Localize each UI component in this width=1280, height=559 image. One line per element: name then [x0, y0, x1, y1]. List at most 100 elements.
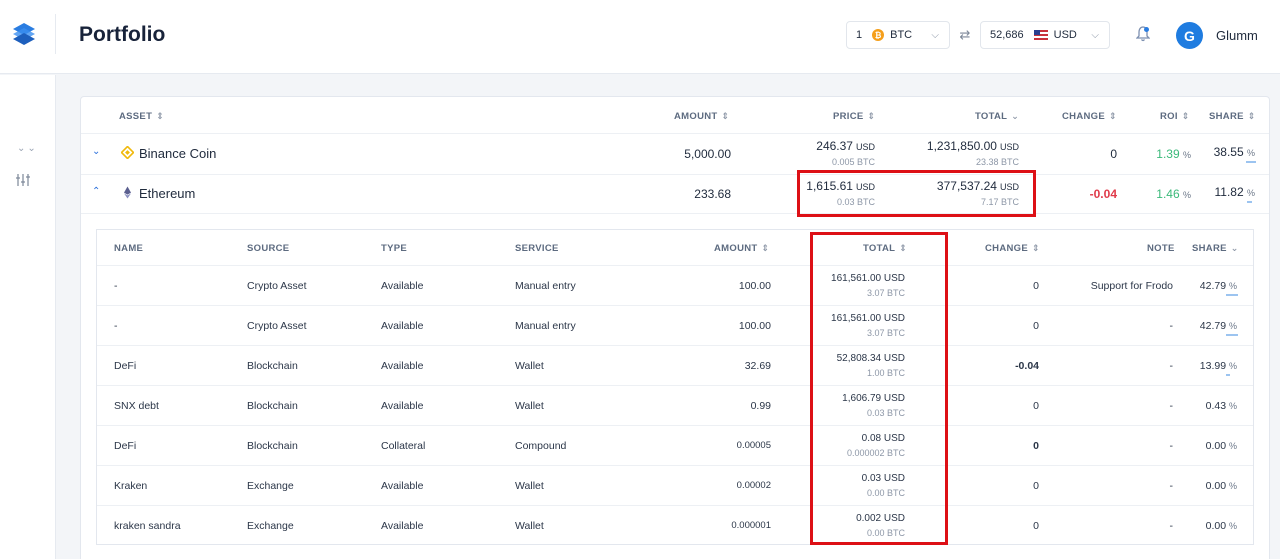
column-header-change[interactable]: CHANGE ⇕ [985, 243, 1040, 254]
more-icon[interactable]: ⌄⌄ [17, 143, 38, 154]
row-source: Blockchain [247, 400, 298, 412]
column-header-name[interactable]: NAME [114, 243, 143, 254]
row-note: - [1169, 440, 1174, 452]
row-type: Collateral [381, 440, 426, 452]
sort-icon[interactable]: ⇕ [868, 111, 876, 121]
row-divider [81, 213, 1269, 214]
swap-icon[interactable]: ⇄ [950, 27, 980, 43]
row-amount: 100.00 [738, 280, 771, 292]
table-row[interactable]: - Crypto Asset Available Manual entry 100.00… [97, 305, 1253, 345]
row-service: Wallet [515, 520, 544, 532]
row-service: Wallet [515, 480, 544, 492]
column-header-note[interactable]: NOTE [1147, 243, 1175, 254]
row-amount: 0.000001 [731, 520, 771, 531]
asset-share: 11.82 % [1214, 185, 1256, 199]
us-flag-icon [1033, 30, 1048, 40]
row-share: 42.79 % [1199, 280, 1237, 292]
column-header-asset[interactable]: ASSET ⇕ [119, 111, 164, 122]
row-type: Available [381, 320, 424, 332]
asset-change: 0 [1110, 147, 1117, 161]
app-header: Portfolio 1 ₿ BTC ⌵ ⇄ 52,686 USD ⌵ G Glu… [0, 0, 1280, 74]
table-row[interactable]: - Crypto Asset Available Manual entry 100.00… [97, 265, 1253, 305]
column-header-type[interactable]: TYPE [381, 243, 407, 254]
asset-row-binance-coin[interactable]: ⌄ Binance Coin 5,000.00 246.37 USD 0.005 B… [81, 134, 1269, 174]
column-header-share[interactable]: SHARE ⌄ [1192, 243, 1239, 254]
row-note: - [1169, 360, 1174, 372]
row-change: 0 [1033, 480, 1039, 492]
row-note: - [1169, 400, 1174, 412]
from-amount[interactable]: 1 [856, 29, 862, 41]
sort-icon[interactable]: ⇕ [1109, 111, 1117, 121]
share-bar [1226, 374, 1230, 376]
column-header-total[interactable]: TOTAL ⌄ [975, 111, 1019, 122]
column-header-amount[interactable]: AMOUNT ⇕ [714, 243, 769, 254]
chevron-up-icon[interactable]: ⌃ [92, 186, 100, 197]
asset-row-ethereum[interactable]: ⌃ Ethereum 233.68 1,615.61 USD 0.03 BTC 37… [81, 174, 1269, 214]
row-service: Manual entry [515, 320, 576, 332]
row-source: Crypto Asset [247, 320, 307, 332]
from-currency-label: BTC [890, 29, 913, 41]
app-logo-icon[interactable] [10, 20, 38, 48]
row-type: Available [381, 400, 424, 412]
sort-icon[interactable]: ⇕ [156, 111, 164, 121]
row-share: 0.00 % [1205, 520, 1237, 532]
row-service: Wallet [515, 400, 544, 412]
sliders-icon[interactable] [16, 174, 30, 186]
asset-amount: 233.68 [694, 187, 731, 201]
avatar[interactable]: G [1176, 22, 1203, 49]
sort-icon[interactable]: ⇕ [762, 243, 770, 253]
table-row[interactable]: DeFi Blockchain Collateral Compound 0.00005 0… [97, 425, 1253, 465]
sort-desc-icon[interactable]: ⌄ [1011, 111, 1019, 121]
chevron-down-icon[interactable]: ⌵ [931, 30, 939, 41]
row-source: Exchange [247, 520, 294, 532]
sort-desc-icon[interactable]: ⌄ [1231, 243, 1239, 253]
column-header-amount[interactable]: AMOUNT ⇕ [674, 111, 729, 122]
table-row[interactable]: DeFi Blockchain Available Wallet 32.69 52,808… [97, 345, 1253, 385]
user-name[interactable]: Glumm [1216, 28, 1258, 43]
table-row[interactable]: Kraken Exchange Available Wallet 0.00002 0.03… [97, 465, 1253, 505]
row-type: Available [381, 480, 424, 492]
row-share: 0.00 % [1205, 440, 1237, 452]
column-header-roi[interactable]: ROI ⇕ [1160, 111, 1190, 122]
row-note: - [1169, 520, 1174, 532]
table-row[interactable]: SNX debt Blockchain Available Wallet 0.99 1,6… [97, 385, 1253, 425]
row-change: -0.04 [1015, 360, 1039, 372]
column-header-change[interactable]: CHANGE ⇕ [1062, 111, 1117, 122]
row-type: Available [381, 520, 424, 532]
column-header-service[interactable]: SERVICE [515, 243, 559, 254]
to-currency-select[interactable]: 52,686 USD ⌵ [980, 21, 1110, 49]
row-share: 0.43 % [1205, 400, 1237, 412]
asset-share: 38.55 % [1213, 145, 1255, 159]
header-divider [55, 14, 56, 54]
table-row[interactable]: kraken sandra Exchange Available Wallet 0.00… [97, 505, 1253, 545]
sort-icon[interactable]: ⇕ [1032, 243, 1040, 253]
row-name: - [114, 320, 118, 332]
column-header-share[interactable]: SHARE ⇕ [1209, 111, 1256, 122]
binance-coin-icon [121, 146, 134, 159]
sort-icon[interactable]: ⇕ [722, 111, 730, 121]
row-share: 42.79 % [1199, 320, 1237, 332]
share-bar [1246, 161, 1256, 163]
share-bar [1226, 294, 1238, 296]
to-amount[interactable]: 52,686 [990, 29, 1024, 41]
highlight-box-ethereum-price-total [797, 170, 1036, 217]
from-currency-select[interactable]: 1 ₿ BTC ⌵ [846, 21, 950, 49]
sort-icon[interactable]: ⇕ [1248, 111, 1256, 121]
column-header-price[interactable]: PRICE ⇕ [833, 111, 875, 122]
row-change: 0 [1033, 320, 1039, 332]
row-name: DeFi [114, 360, 137, 372]
row-amount: 0.00002 [736, 480, 771, 491]
bitcoin-icon: ₿ [872, 29, 885, 41]
row-service: Manual entry [515, 280, 576, 292]
chevron-down-icon[interactable]: ⌵ [1091, 30, 1099, 41]
chevron-down-icon[interactable]: ⌄ [92, 146, 100, 157]
row-service: Wallet [515, 360, 544, 372]
row-change: 0 [1033, 400, 1039, 412]
sort-icon[interactable]: ⇕ [1182, 111, 1190, 121]
column-header-source[interactable]: SOURCE [247, 243, 289, 254]
row-change: 0 [1033, 280, 1039, 292]
page-title: Portfolio [79, 23, 166, 46]
row-share: 0.00 % [1205, 480, 1237, 492]
row-name: - [114, 280, 118, 292]
row-name: Kraken [114, 480, 148, 492]
